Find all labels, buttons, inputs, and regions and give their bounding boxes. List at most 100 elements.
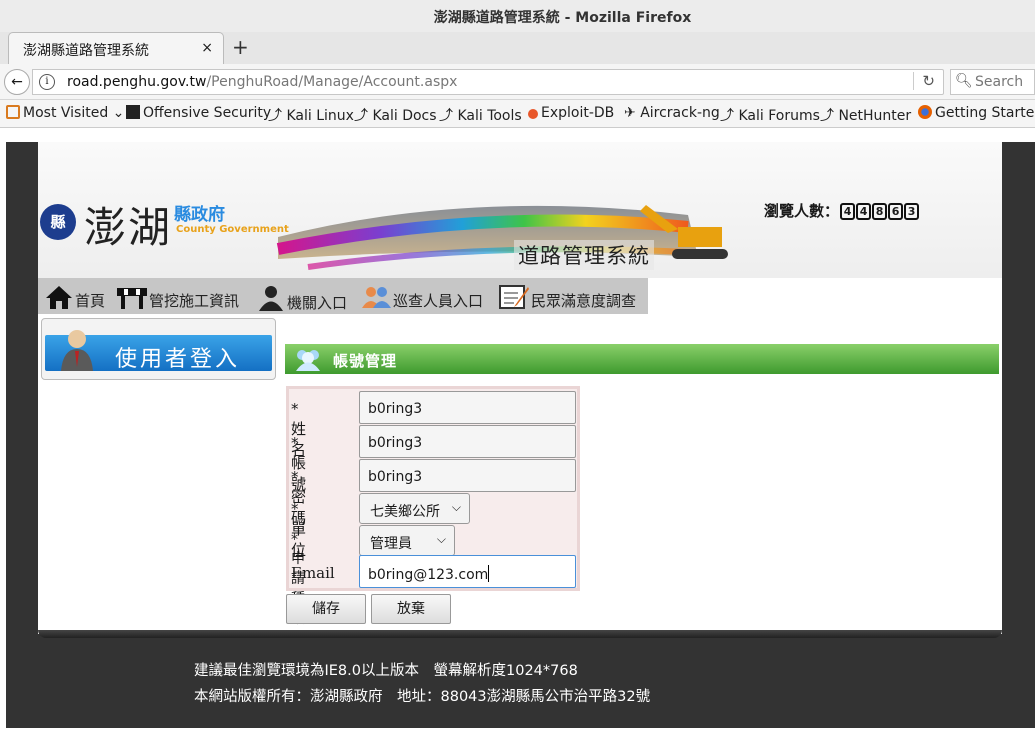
tab-title: 澎湖縣道路管理系統 — [23, 43, 149, 59]
menu-label: 機關入口 — [287, 294, 348, 312]
bookmark-label: Most Visited — [23, 105, 109, 121]
bookmark-nethunter[interactable]: ⤴ NetHunter — [820, 105, 911, 125]
bookmark-label: Kali Tools — [457, 108, 522, 124]
email-field[interactable]: b0ring@123.com — [359, 555, 576, 588]
bookmark-offensive-security[interactable]: Offensive Security — [126, 105, 271, 121]
tab-active[interactable]: 澎湖縣道路管理系統 × — [8, 32, 224, 64]
search-placeholder: Search — [975, 74, 1024, 90]
site-info-icon[interactable]: i — [39, 74, 55, 90]
people-icon — [362, 287, 391, 308]
bookmark-label: NetHunter — [838, 108, 912, 124]
bookmark-getting-started[interactable]: Getting Started — [918, 105, 1035, 121]
menu-item-inspector-portal[interactable]: 巡查人員入口 — [360, 284, 483, 311]
site-footer: 建議最佳瀏覽環境為IE8.0以上版本 螢幕解析度1024*768 本網站版權所有… — [194, 658, 650, 710]
section-header: 帳號管理 — [285, 320, 999, 376]
bookmark-kali-tools[interactable]: ⤴ Kali Tools — [439, 105, 522, 125]
bookmark-exploit-db[interactable]: Exploit-DB — [528, 105, 614, 121]
visitor-digit: 8 — [872, 203, 888, 220]
back-button[interactable]: ← — [4, 69, 30, 95]
url-path: /PenghuRoad/Manage/Account.aspx — [206, 74, 458, 90]
menu-item-construction-info[interactable]: 管挖施工資訊 — [116, 284, 239, 311]
kali-dragon-icon: ⤴ — [268, 108, 287, 124]
kali-dragon-icon: ⤴ — [820, 108, 839, 124]
bookmark-label: Aircrack-ng — [640, 105, 720, 121]
unit-value: 七美鄉公所 — [370, 504, 440, 520]
bookmark-label: Offensive Security — [143, 105, 272, 121]
account-group-icon — [296, 350, 320, 371]
save-button[interactable]: 儲存 — [286, 594, 366, 624]
kali-dragon-icon: ⤴ — [720, 108, 739, 124]
chevron-down-icon: ⌵ — [436, 532, 446, 546]
search-box[interactable]: 🔍︎ Search — [950, 69, 1035, 95]
firefox-icon — [918, 105, 932, 119]
bookmark-aircrack-ng[interactable]: ✈︎ Aircrack-ng — [624, 105, 720, 121]
menu-label: 巡查人員入口 — [393, 292, 484, 310]
web-page: 縣 澎湖 縣政府 County Government 道路管理系統 瀏覽人數： … — [6, 142, 1035, 728]
bookmark-most-visited[interactable]: Most Visited ⌄ — [6, 105, 124, 121]
user-avatar-icon — [61, 330, 93, 371]
cancel-button[interactable]: 放棄 — [371, 594, 451, 624]
new-tab-icon[interactable]: + — [232, 35, 249, 59]
email-value: b0ring@123.com — [368, 567, 489, 583]
county-seal-logo: 縣 — [40, 204, 76, 240]
visitor-digits: 44863 — [839, 202, 920, 220]
content-bottom-shadow — [38, 630, 1002, 638]
window-titlebar: 澎湖縣道路管理系統 - Mozilla Firefox — [0, 0, 1035, 32]
apply-type-value: 管理員 — [370, 536, 412, 552]
bookmark-label: Kali Forums — [738, 108, 820, 124]
home-icon — [46, 286, 72, 309]
menu-item-agency-portal[interactable]: 機關入口 — [256, 284, 347, 313]
bookmark-label: Kali Docs — [372, 108, 437, 124]
bookmarks-toolbar: Most Visited ⌄ Offensive Security ⤴ Kali… — [0, 100, 1035, 128]
chevron-down-icon: ⌄ — [108, 105, 125, 121]
password-field[interactable]: b0ring3 — [359, 459, 576, 492]
visitor-label: 瀏覽人數： — [764, 202, 840, 220]
back-arrow-icon: ← — [11, 74, 23, 90]
menu-label: 管挖施工資訊 — [149, 292, 240, 310]
site-banner: 縣 澎湖 縣政府 County Government 道路管理系統 瀏覽人數： … — [38, 142, 1002, 278]
menu-label: 首頁 — [75, 292, 106, 310]
account-form: *姓名 b0ring3 *帳號 b0ring3 *密碼 b0ring3 *單位 … — [286, 386, 580, 627]
offsec-icon — [126, 105, 140, 119]
brand-gov: 縣政府 — [174, 205, 225, 225]
bookmark-kali-forums[interactable]: ⤴ Kali Forums — [720, 105, 820, 125]
folder-icon — [6, 105, 20, 119]
user-login-button[interactable]: 使用者登入 — [45, 330, 272, 372]
bookmark-label: Exploit-DB — [541, 105, 615, 121]
user-login-label: 使用者登入 — [115, 347, 241, 372]
menu-item-satisfaction-survey[interactable]: 民眾滿意度調查 — [498, 284, 636, 311]
footer-line-browser: 建議最佳瀏覽環境為IE8.0以上版本 螢幕解析度1024*768 — [194, 663, 578, 679]
url-bar[interactable]: i road.penghu.gov.tw/PenghuRoad/Manage/A… — [32, 69, 944, 95]
apply-type-select[interactable]: 管理員 ⌵ — [359, 525, 455, 556]
account-field[interactable]: b0ring3 — [359, 425, 576, 458]
window-title: 澎湖縣道路管理系統 - Mozilla Firefox — [433, 10, 692, 26]
url-domain: road.penghu.gov.tw — [67, 74, 207, 90]
construction-barrier-icon — [117, 288, 147, 309]
page-content: 縣 澎湖 縣政府 County Government 道路管理系統 瀏覽人數： … — [38, 142, 1002, 634]
menu-label: 民眾滿意度調查 — [531, 292, 637, 310]
text-cursor — [488, 565, 490, 582]
officer-icon — [259, 286, 283, 311]
footer-line-copyright: 本網站版權所有：澎湖縣政府 地址：88043澎湖縣馬公市治平路32號 — [194, 689, 651, 705]
kali-dragon-icon: ⤴ — [439, 108, 458, 124]
bookmark-kali-docs[interactable]: ⤴ Kali Docs — [354, 105, 437, 125]
menu-item-home[interactable]: 首頁 — [44, 284, 105, 311]
exploitdb-icon — [528, 109, 538, 119]
email-label: Email — [291, 564, 335, 582]
bridge-illustration — [276, 205, 728, 270]
unit-select[interactable]: 七美鄉公所 ⌵ — [359, 493, 470, 524]
visitor-digit: 4 — [856, 203, 872, 220]
system-name: 道路管理系統 — [514, 240, 654, 270]
login-panel: 使用者登入 — [41, 318, 276, 380]
visitor-counter: 瀏覽人數： 4 4 8 6 3 — [764, 200, 920, 221]
tab-close-icon[interactable]: × — [201, 40, 213, 56]
name-field[interactable]: b0ring3 — [359, 391, 576, 424]
reload-icon[interactable]: ↻ — [913, 72, 935, 90]
search-icon: 🔍︎ — [955, 73, 973, 89]
url-text: road.penghu.gov.tw/PenghuRoad/Manage/Acc… — [67, 74, 457, 90]
site-menu: 首頁 管挖施工資訊 機關入口 巡查人員入口 民眾滿意度調查 — [38, 278, 648, 314]
tab-bar: 澎湖縣道路管理系統 × + — [0, 32, 1035, 64]
visitor-digit: 3 — [904, 203, 920, 220]
bookmark-kali-linux[interactable]: ⤴ Kali Linux — [268, 105, 354, 125]
visitor-digit: 6 — [888, 203, 904, 220]
